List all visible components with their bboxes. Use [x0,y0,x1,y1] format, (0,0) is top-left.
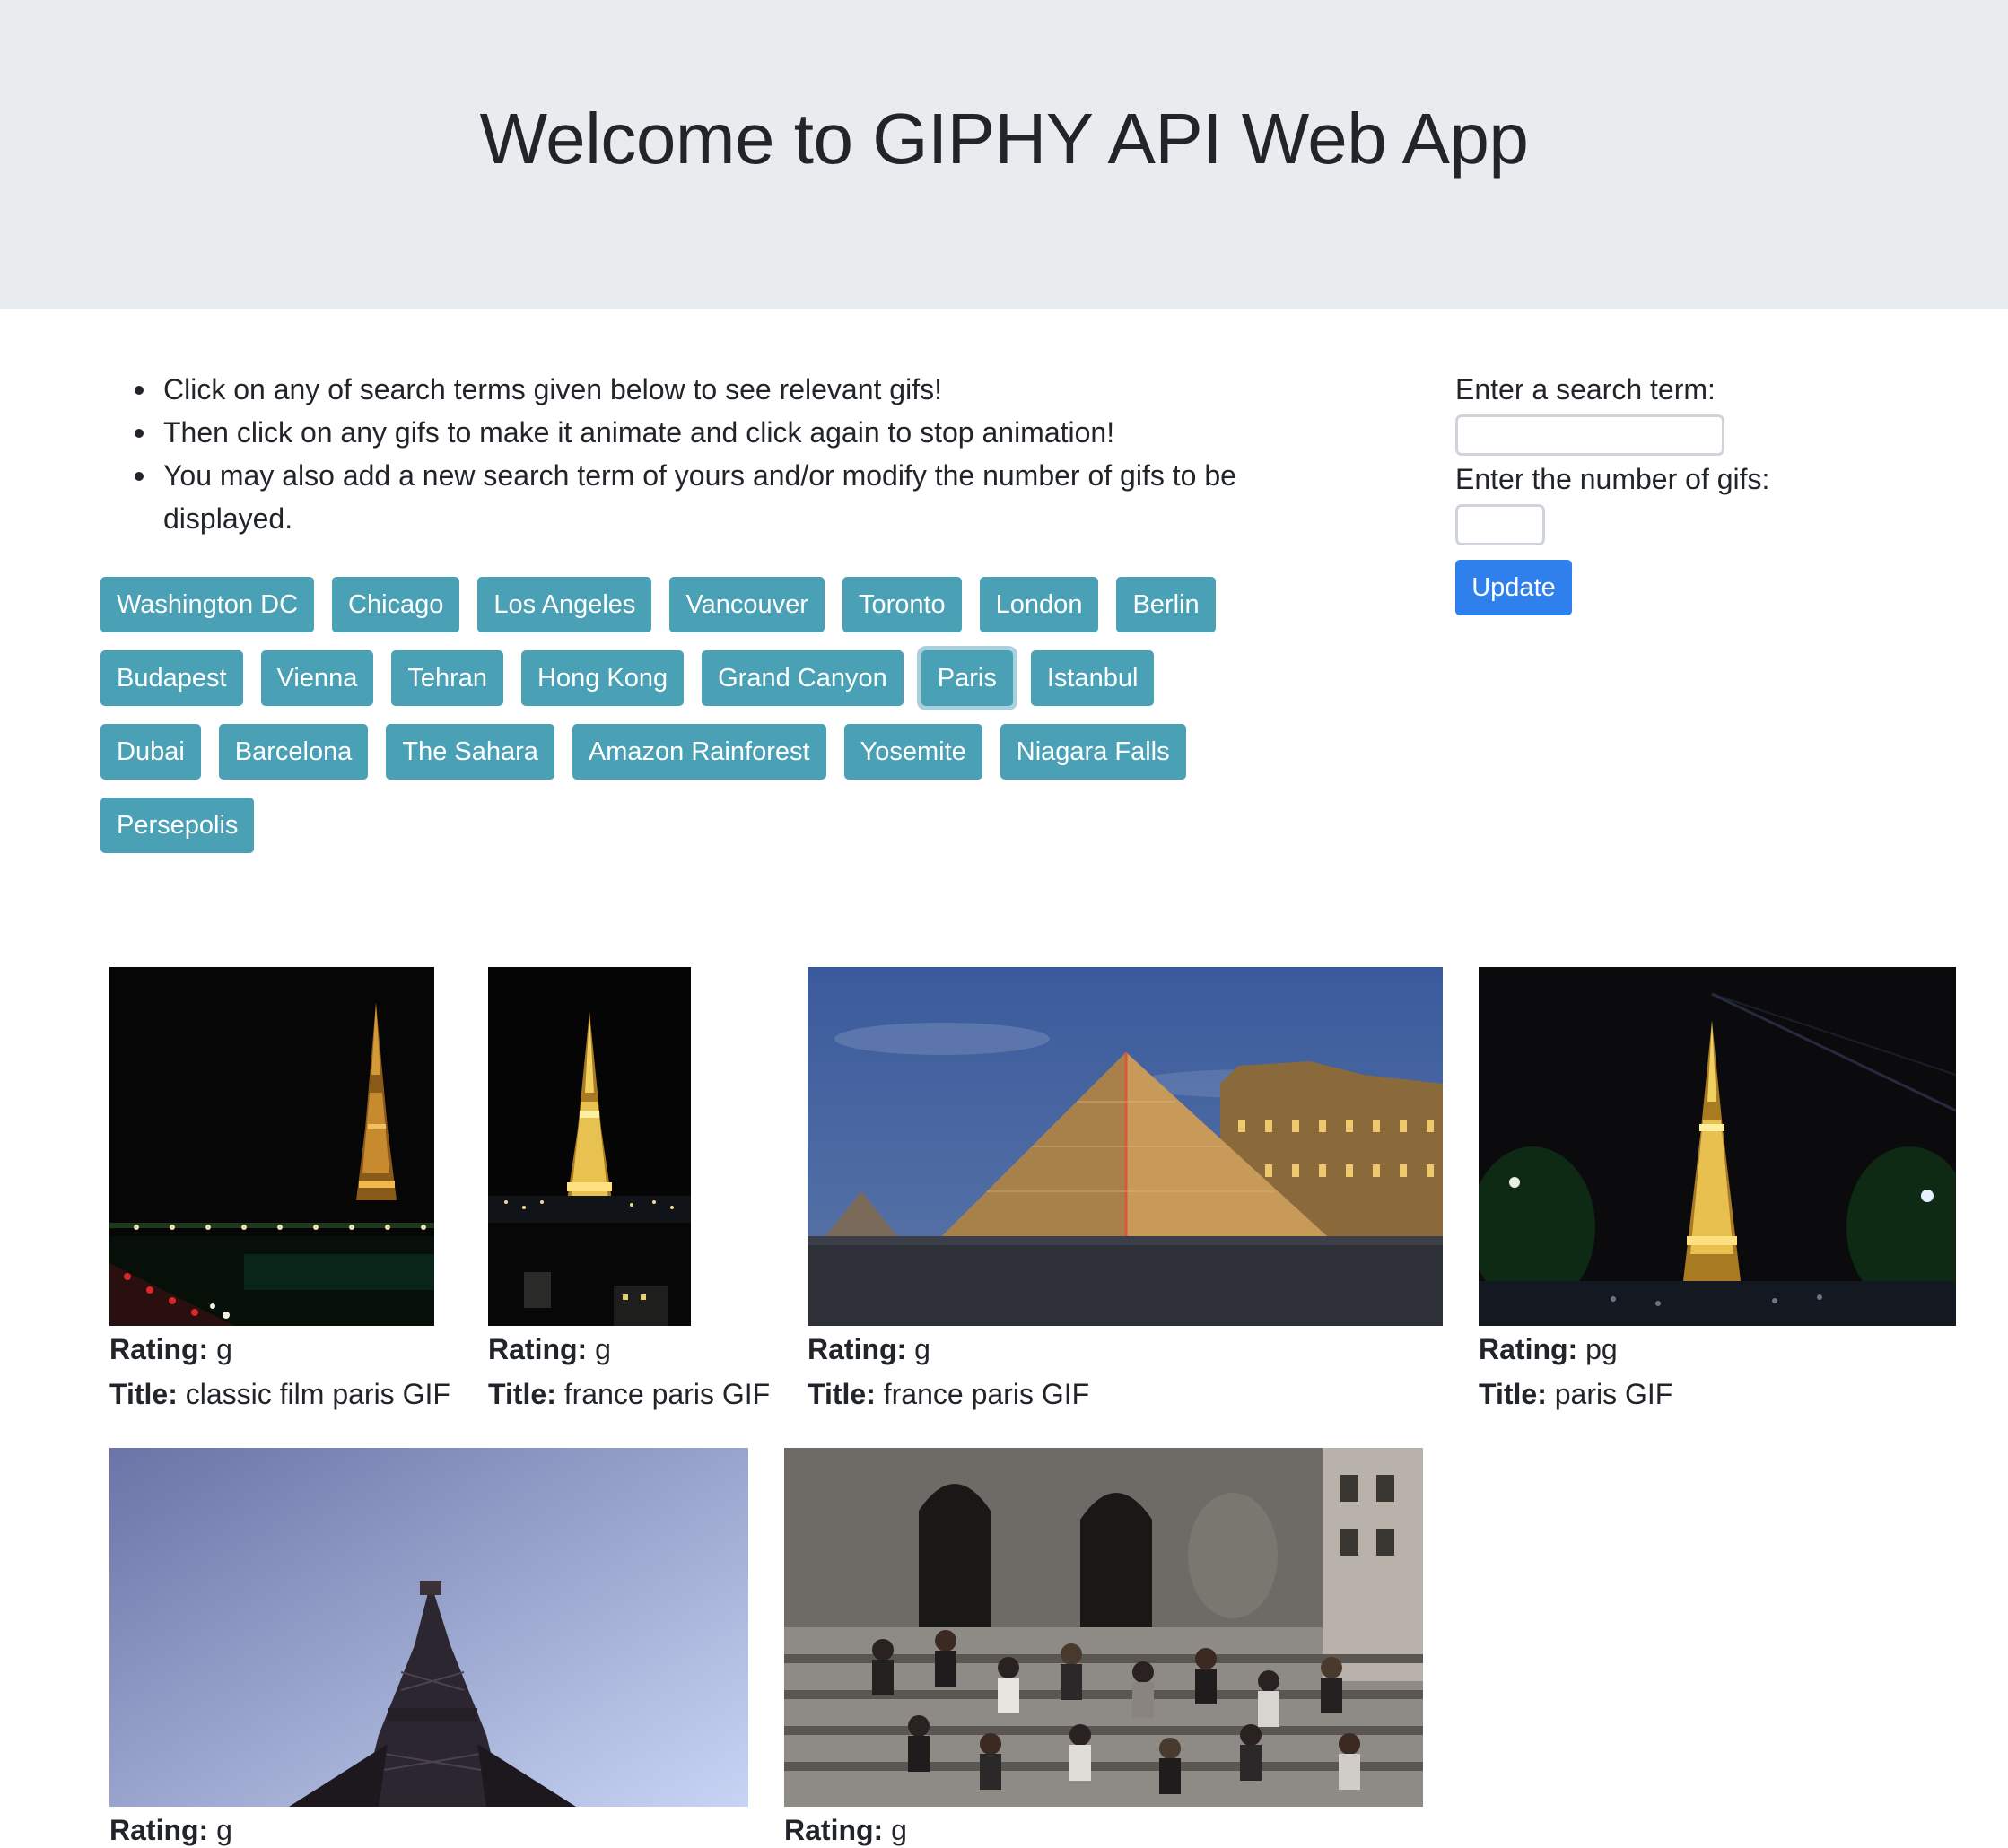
title-label: Title: [109,1378,178,1410]
title-label: Title: [808,1378,876,1410]
rating-value: g [891,1814,907,1846]
gif-rating: Rating: g [109,1328,434,1371]
title-label: Title: [488,1378,556,1410]
search-form: Enter a search term: Enter the number of… [1455,368,1832,615]
rating-label: Rating: [109,1333,209,1365]
term-button-chicago[interactable]: Chicago [332,577,460,632]
gif-title: Title: paris GIF [1479,1373,1956,1416]
gif-card: Rating: g Title: france paris GIF [488,967,770,1416]
gif-image-opera-steps-crowd[interactable] [784,1448,1423,1807]
button-row: Budapest Vienna Tehran Hong Kong Grand C… [100,650,1231,706]
gif-card: Rating: pg Title: paris GIF [1479,967,1956,1416]
instruction-item: Then click on any gifs to make it animat… [135,411,1238,454]
rating-label: Rating: [1479,1333,1578,1365]
gif-image-eiffel-tower-from-below[interactable] [109,1448,748,1807]
term-button-grand-canyon[interactable]: Grand Canyon [702,650,904,706]
button-row: Persepolis [100,798,1231,853]
term-button-toronto[interactable]: Toronto [842,577,962,632]
term-button-dubai[interactable]: Dubai [100,724,201,780]
rating-value: g [914,1333,930,1365]
rating-label: Rating: [109,1814,209,1846]
term-button-persepolis[interactable]: Persepolis [100,798,255,853]
title-value: classic film paris GIF [185,1378,450,1410]
instruction-item: Click on any of search terms given below… [135,368,1238,411]
jumbotron: Welcome to GIPHY API Web App [0,0,2008,309]
gif-title: Title: france paris GIF [808,1373,1443,1416]
gif-rating: Rating: g [784,1809,1423,1848]
rating-value: pg [1585,1333,1618,1365]
gif-card: Rating: g [109,1448,748,1848]
page-title: Welcome to GIPHY API Web App [479,99,1529,179]
instruction-item: You may also add a new search term of yo… [135,454,1238,540]
term-button-istanbul[interactable]: Istanbul [1030,650,1155,706]
search-term-input[interactable] [1455,414,1724,456]
term-button-paris[interactable]: Paris [921,650,1013,706]
gif-title: Title: classic film paris GIF [109,1373,450,1416]
rating-label: Rating: [808,1333,907,1365]
rating-value: g [216,1333,232,1365]
term-button-washington-dc[interactable]: Washington DC [100,577,315,632]
term-button-the-sahara[interactable]: The Sahara [386,724,554,780]
gif-image-eiffel-tower-night-lights[interactable] [1479,967,1956,1326]
rating-value: g [595,1333,611,1365]
button-row: Dubai Barcelona The Sahara Amazon Rainfo… [100,724,1231,780]
rating-label: Rating: [488,1333,588,1365]
term-button-barcelona[interactable]: Barcelona [218,724,369,780]
update-button[interactable]: Update [1455,560,1572,615]
gif-image-eiffel-tower-night-river[interactable] [109,967,434,1326]
term-button-london[interactable]: London [979,577,1099,632]
gif-card: Rating: g [784,1448,1423,1848]
term-button-vienna[interactable]: Vienna [260,650,374,706]
gif-title: Title: france paris GIF [488,1373,770,1416]
gif-rating: Rating: pg [1479,1328,1956,1371]
rating-label: Rating: [784,1814,884,1846]
term-button-vancouver[interactable]: Vancouver [669,577,825,632]
title-label: Title: [1479,1378,1547,1410]
gif-count-input[interactable] [1455,504,1545,545]
term-button-amazon-rainforest[interactable]: Amazon Rainforest [572,724,826,780]
rating-value: g [216,1814,232,1846]
instructions-list: Click on any of search terms given below… [135,368,1238,540]
term-button-berlin[interactable]: Berlin [1116,577,1216,632]
term-button-hong-kong[interactable]: Hong Kong [521,650,685,706]
term-button-budapest[interactable]: Budapest [100,650,243,706]
gif-rating: Rating: g [109,1809,748,1848]
title-value: france paris GIF [883,1378,1090,1410]
term-button-tehran[interactable]: Tehran [391,650,503,706]
search-term-label: Enter a search term: [1455,373,1716,405]
gif-rating: Rating: g [488,1328,691,1371]
term-button-yosemite[interactable]: Yosemite [843,724,982,780]
button-row: Washington DC Chicago Los Angeles Vancou… [100,577,1231,632]
term-button-niagara-falls[interactable]: Niagara Falls [1000,724,1186,780]
term-button-los-angeles[interactable]: Los Angeles [477,577,652,632]
title-value: paris GIF [1554,1378,1673,1410]
gif-card: Rating: g Title: france paris GIF [808,967,1443,1416]
title-value: france paris GIF [563,1378,771,1410]
search-term-buttons: Washington DC Chicago Los Angeles Vancou… [100,577,1231,871]
gif-image-louvre-pyramid[interactable] [808,967,1443,1326]
gif-rating: Rating: g [808,1328,1443,1371]
gif-image-eiffel-tower-night[interactable] [488,967,691,1326]
gif-card: Rating: g Title: classic film paris GIF [109,967,450,1416]
gif-count-label: Enter the number of gifs: [1455,463,1770,495]
